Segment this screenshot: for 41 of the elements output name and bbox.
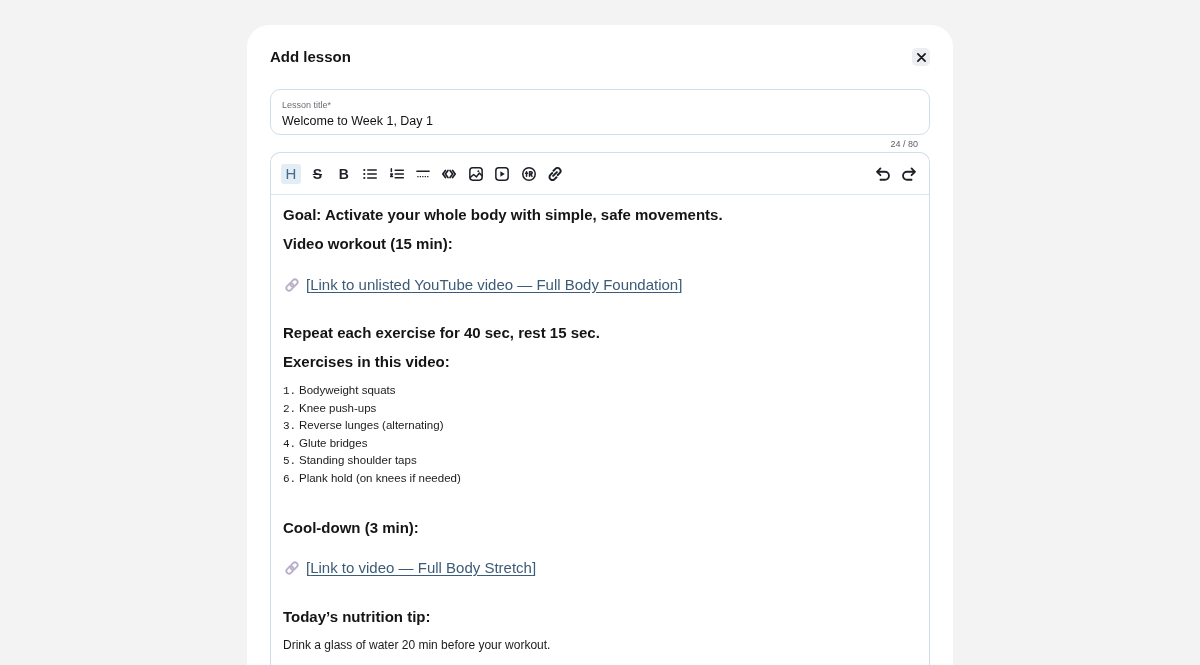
image-icon	[468, 166, 483, 181]
heading-button[interactable]: H	[281, 163, 301, 184]
chain-link-icon	[285, 561, 299, 576]
link-icon	[547, 166, 562, 181]
section-heading: Today’s nutrition tip:	[283, 606, 432, 627]
play-icon	[495, 166, 510, 181]
undo-icon	[876, 166, 890, 181]
exercise-item: Knee push-ups	[299, 400, 377, 416]
item-number: 4.	[283, 436, 298, 452]
section-heading: Cool-down (3 min):	[283, 517, 420, 538]
item-number: 3.	[283, 419, 298, 435]
exercise-item: Plank hold (on knees if needed)	[299, 470, 461, 486]
numbered-list-icon	[389, 166, 404, 181]
title-input[interactable]: Welcome to Week 1, Day 1	[282, 113, 918, 130]
section-heading: Exercises in this video:	[283, 352, 451, 372]
video-link[interactable]: [Link to unlisted YouTube video — Full Body Foundation]	[306, 274, 683, 295]
item-number: 5.	[283, 454, 298, 470]
tip-text: Drink a glass of water 20 min before your workout.	[283, 636, 552, 654]
redo-icon	[902, 166, 916, 181]
chain-link-icon	[285, 277, 299, 292]
exercise-item: Reverse lunges (alternating)	[299, 418, 444, 434]
bullet-list-icon	[363, 166, 378, 181]
item-number: 2.	[283, 401, 298, 417]
item-number: 6.	[283, 471, 298, 487]
section-heading: Goal: Activate your whole body with simple, safe movements.	[283, 205, 724, 225]
section-heading: Repeat each exercise for 40 sec, rest 15 sec.	[283, 323, 601, 343]
item-number: 1.	[283, 384, 298, 399]
video-link[interactable]: [Link to video — Full Body Stretch]	[306, 558, 537, 579]
section-heading: Video workout (15 min):	[283, 234, 454, 254]
exercise-item: Standing shoulder taps	[299, 453, 417, 469]
exercise-item: Bodyweight squats	[299, 383, 396, 398]
exercise-item: Glute bridges	[299, 435, 368, 451]
strikethrough-button[interactable]: S	[307, 163, 328, 184]
circled-symbol-icon	[521, 166, 536, 181]
close-button[interactable]	[912, 48, 930, 66]
dialog-title: Add lesson	[270, 47, 351, 67]
lesson-title-field[interactable]: Lesson title* Welcome to Week 1, Day 1	[270, 89, 930, 135]
bold-button[interactable]: B	[333, 163, 354, 184]
close-icon	[916, 52, 926, 62]
character-counter: 24 / 80	[889, 138, 918, 150]
field-label: Lesson title*	[282, 99, 332, 111]
